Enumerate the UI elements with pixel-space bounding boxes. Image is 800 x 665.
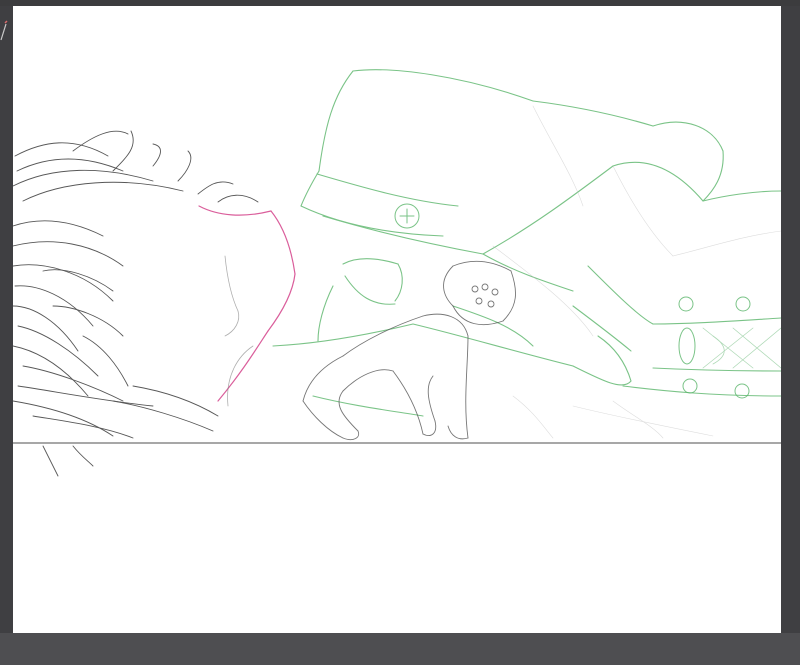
brush-cursor-icon: [0, 20, 8, 41]
clothing-strokes: [272, 69, 781, 417]
status-bar: [0, 633, 800, 665]
hair-strokes: [13, 130, 259, 477]
right-panel-edge[interactable]: [781, 6, 800, 633]
face-strokes: [198, 205, 296, 402]
line-art-sketch: [13, 69, 781, 477]
drawing-canvas[interactable]: [13, 6, 781, 633]
hand-strokes: [302, 260, 516, 441]
coat-ornament: [702, 327, 781, 369]
left-tool-panel-edge[interactable]: [0, 6, 13, 633]
drawing-app: [0, 0, 800, 665]
face-outline: [224, 255, 254, 407]
